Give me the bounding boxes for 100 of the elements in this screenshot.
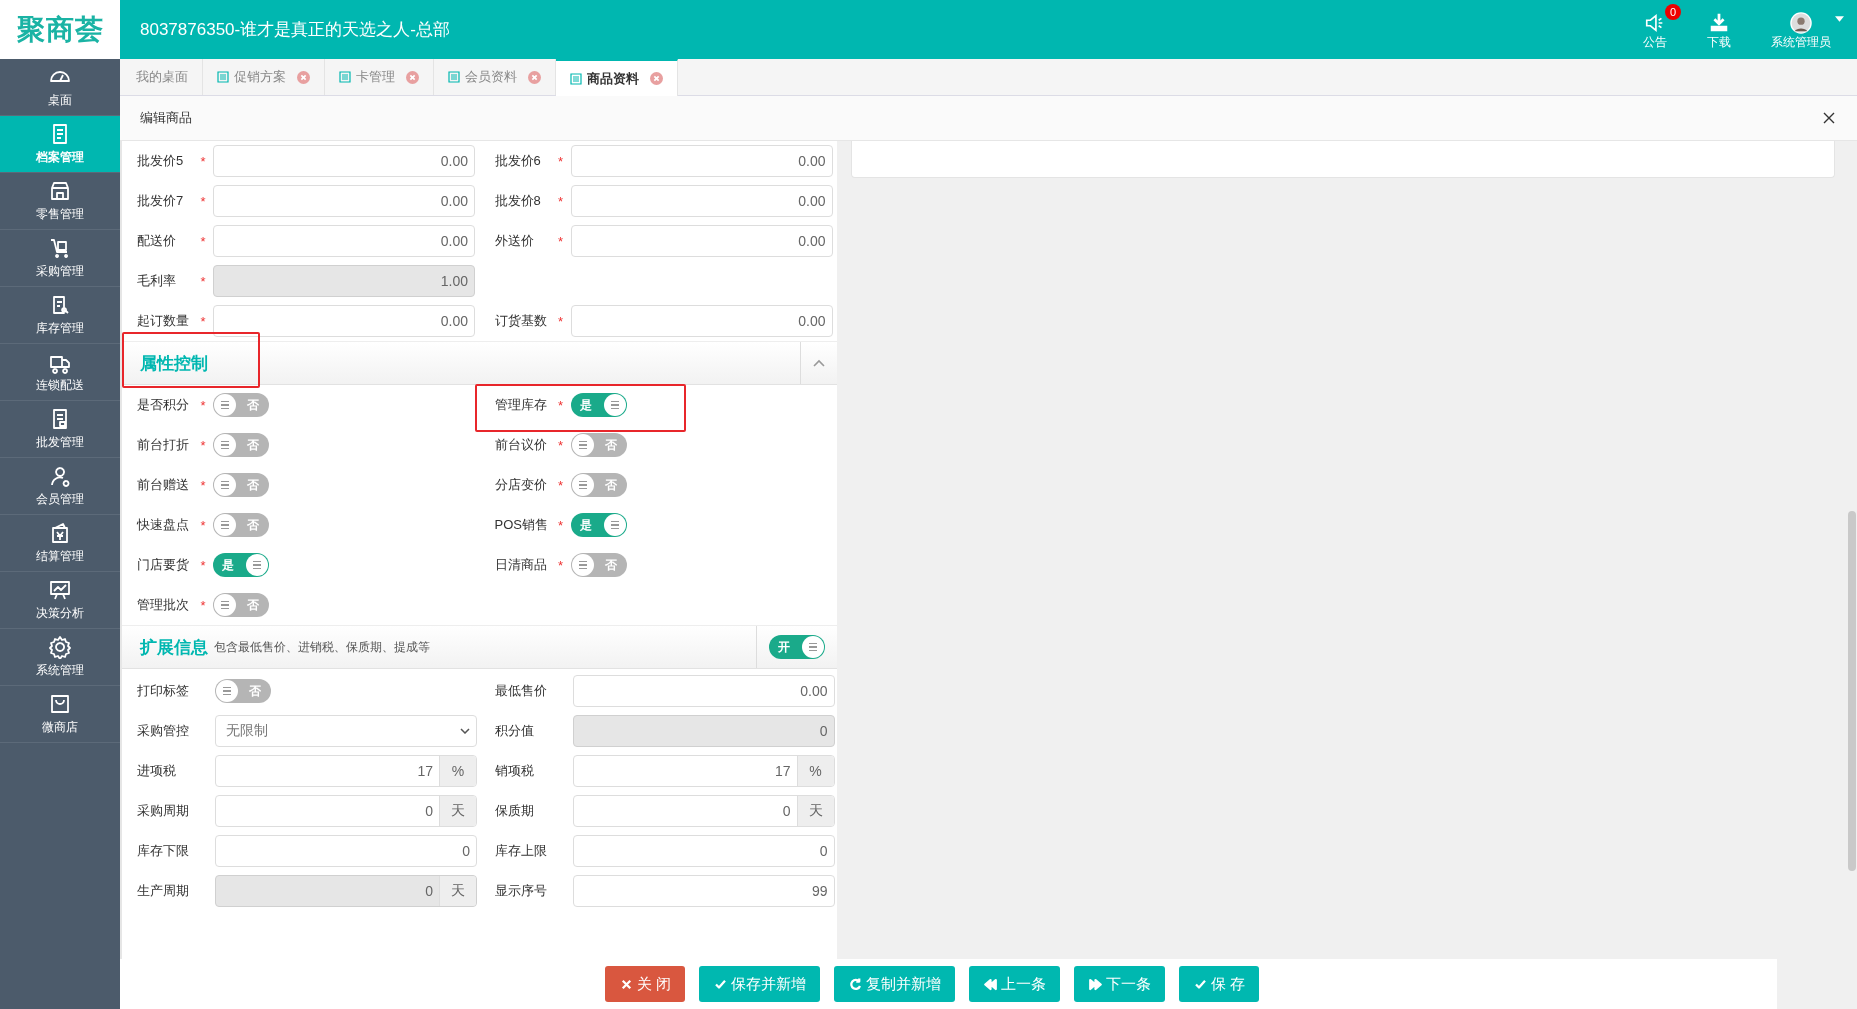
footer-button[interactable]: 保存并新增 (699, 966, 821, 1002)
panel-title: 编辑商品 (140, 109, 192, 127)
list-icon (570, 72, 582, 85)
required-mark: * (199, 397, 207, 413)
user-icon (48, 464, 72, 488)
tab[interactable]: 卡管理 (325, 59, 434, 95)
input-field[interactable]: 0.00 (570, 185, 833, 217)
refresh-icon (848, 976, 864, 992)
store-icon (48, 179, 72, 203)
field-label: 采购管控 (137, 722, 190, 740)
required-mark: * (199, 437, 207, 453)
toggle-switch[interactable]: 是 (213, 553, 269, 577)
dropdown[interactable]: 无限制 (215, 715, 477, 747)
unit-addon: % (439, 756, 476, 786)
toggle-switch[interactable]: 是 (570, 513, 627, 537)
field-label: 最低售价 (494, 682, 548, 700)
logo: 聚商荟 (0, 0, 120, 59)
field-label: 管理库存 (494, 396, 548, 414)
input-field[interactable]: 0.00 (213, 225, 475, 257)
fast-forward-icon (1088, 976, 1104, 992)
field-label: 分店变价 (494, 476, 548, 494)
footer-button[interactable]: 保 存 (1179, 966, 1260, 1002)
field-label: 显示序号 (494, 882, 548, 900)
field-label: 批发价6 (494, 152, 542, 170)
field-label: 保质期 (494, 802, 535, 820)
toggle-switch[interactable]: 是 (570, 393, 627, 417)
chart-icon (48, 578, 72, 602)
input-field[interactable]: 0.00 (570, 225, 833, 257)
field-label: 前台赠送 (137, 476, 190, 494)
section-title: 属性控制 (140, 352, 208, 375)
input-field[interactable]: 99 (572, 875, 835, 907)
required-mark: * (556, 313, 565, 329)
required-mark: * (556, 233, 565, 249)
company-title: 8037876350-谁才是真正的天选之人-总部 (140, 19, 450, 41)
field-label: 日清商品 (494, 556, 548, 574)
field-label: 订货基数 (494, 312, 548, 330)
input-field[interactable]: 17 % (572, 755, 835, 787)
input-field[interactable]: 0.00 (570, 305, 833, 337)
close-icon[interactable] (1823, 112, 1835, 124)
input-field[interactable]: 0.00 (570, 145, 833, 177)
scrollbar-thumb[interactable] (1848, 511, 1856, 871)
input-field[interactable]: 17 % (215, 755, 477, 787)
required-mark: * (556, 517, 565, 533)
input-field[interactable]: 0 (572, 835, 835, 867)
bag-icon (48, 692, 72, 716)
sidebar-item[interactable]: 档案管理 (0, 116, 120, 173)
field-label: 管理批次 (137, 596, 190, 614)
field-label: 门店要货 (137, 556, 190, 574)
input-field[interactable]: 0.00 (213, 185, 475, 217)
field-label: 外送价 (494, 232, 535, 250)
section-title: 扩展信息 (140, 636, 208, 659)
required-mark: * (199, 233, 207, 249)
tab[interactable]: 商品资料 (556, 59, 678, 96)
required-mark: * (199, 517, 207, 533)
header-action[interactable]: 系统管理员 (1767, 4, 1845, 55)
field-label: 积分值 (494, 722, 535, 740)
required-mark: * (199, 597, 207, 613)
required-mark: * (556, 437, 565, 453)
field-label: 前台议价 (494, 436, 548, 454)
required-mark: * (199, 477, 207, 493)
field-label: 批发价8 (494, 192, 542, 210)
input-field[interactable]: 0 (215, 835, 477, 867)
required-mark: * (199, 557, 207, 573)
list-icon (339, 71, 351, 83)
footer-button[interactable]: 关 闭 (605, 966, 686, 1002)
header-action[interactable]: 0 公告 (1639, 4, 1681, 55)
footer-button[interactable]: 上一条 (969, 966, 1061, 1002)
field-label: 打印标签 (137, 682, 190, 700)
unit-addon: % (796, 756, 834, 786)
required-mark: * (199, 273, 207, 289)
required-mark: * (556, 557, 565, 573)
gear-icon (48, 635, 72, 659)
input-field[interactable]: 0.00 (213, 145, 475, 177)
input-field[interactable]: 0 天 (215, 795, 477, 827)
field-label: 毛利率 (137, 272, 177, 290)
input-field[interactable]: 0 天 (572, 795, 835, 827)
input-field[interactable]: 0.00 (572, 675, 835, 707)
chevron-icon[interactable] (813, 359, 825, 367)
toggle-switch[interactable]: 开 (769, 635, 825, 659)
required-mark: * (199, 313, 207, 329)
field-label: 库存下限 (137, 842, 190, 860)
section-description: 包含最低售价、进销税、保质期、提成等 (214, 638, 430, 656)
footer-button[interactable]: 下一条 (1074, 966, 1166, 1002)
notification-badge: 0 (1665, 4, 1681, 20)
tab[interactable]: 促销方案 (203, 59, 325, 95)
rewind-icon (983, 976, 999, 992)
field-label: 批发价7 (137, 192, 185, 210)
caret-icon (1835, 16, 1844, 22)
tab[interactable]: 我的桌面 (122, 59, 203, 95)
required-mark: * (556, 397, 565, 413)
header-action[interactable]: 下载 (1703, 4, 1745, 55)
field-label: 进项税 (137, 762, 177, 780)
footer-button[interactable]: 复制并新增 (834, 966, 956, 1002)
field-label: 前台打折 (137, 436, 190, 454)
field-label: 库存上限 (494, 842, 548, 860)
field-label: 销项税 (494, 762, 535, 780)
input-field[interactable]: 0.00 (213, 305, 475, 337)
chevron-icon (460, 728, 470, 734)
field-label: 配送价 (137, 232, 177, 250)
field-label: 快速盘点 (137, 516, 190, 534)
